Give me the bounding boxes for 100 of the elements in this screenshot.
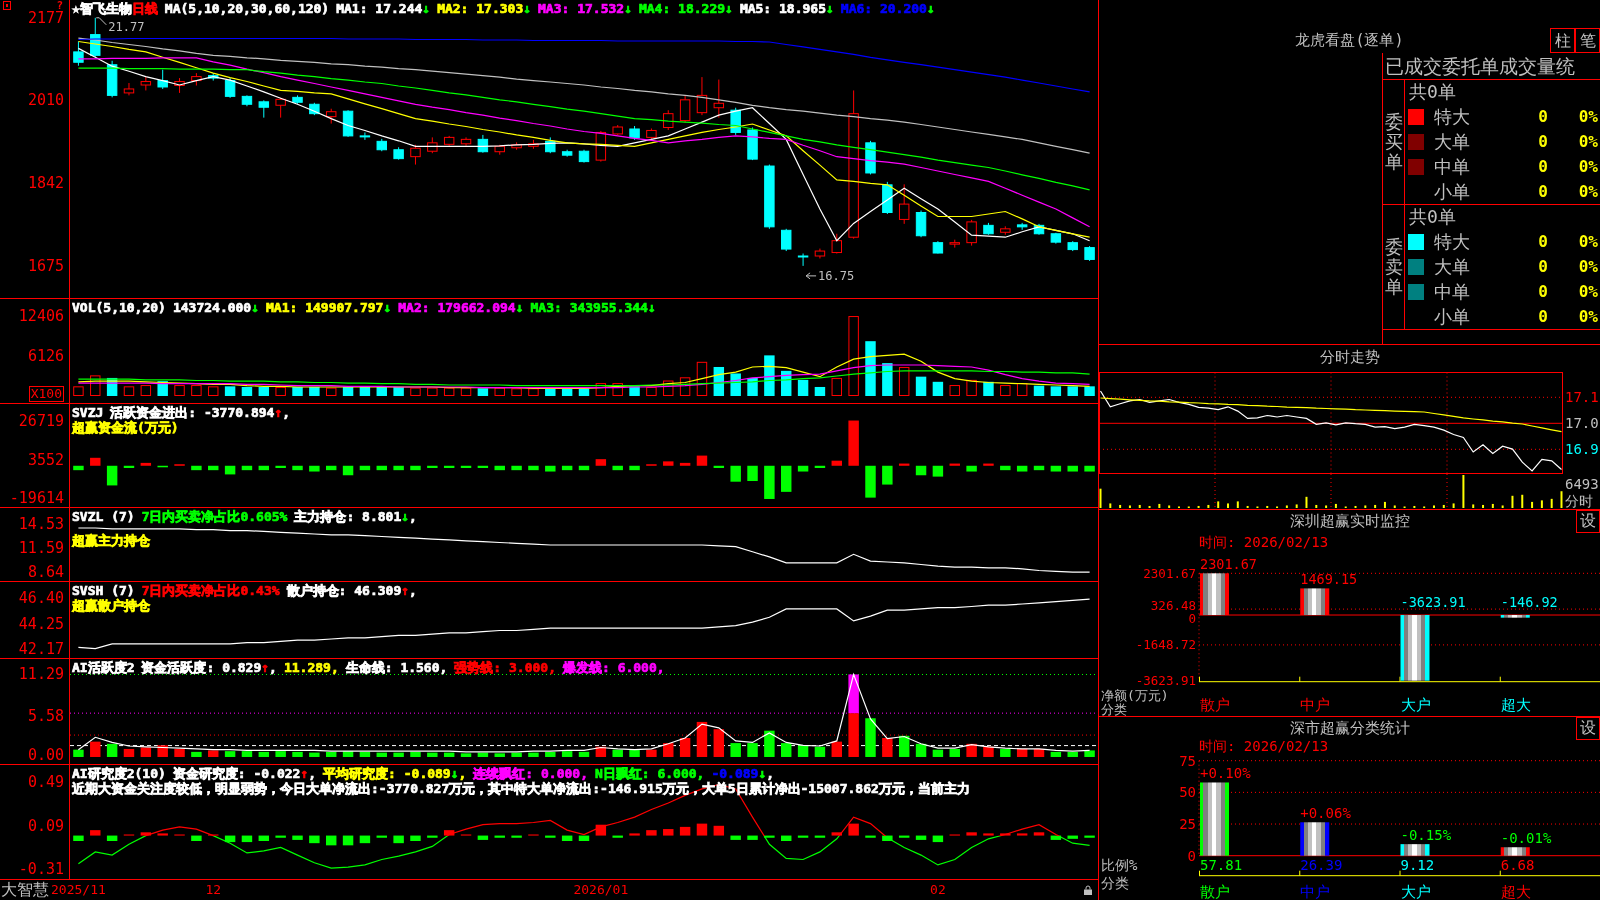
activity-bar (1033, 748, 1045, 757)
volume-bar (208, 386, 219, 396)
order-size-label: 中单 (1434, 280, 1471, 303)
count-value: 0 (1538, 256, 1548, 277)
axis-label: 44.25 (18, 615, 64, 632)
research-bar (140, 832, 152, 836)
axis-label: 17.1 (1565, 388, 1599, 407)
fund-flow-bar (460, 465, 472, 468)
candle (393, 146, 404, 161)
legend-text: ↓ (647, 300, 656, 315)
legend-text: ★智飞生物 (72, 1, 132, 16)
activity-bar (915, 743, 927, 757)
activity-bar (831, 741, 842, 757)
volume-bar (292, 386, 303, 396)
candle (258, 99, 270, 119)
volume-bar (90, 375, 101, 396)
research-bar (696, 823, 708, 836)
activity-bar (309, 752, 320, 757)
fund-flow-bar (241, 465, 253, 471)
fund-flow-bar (932, 465, 944, 477)
fund-flow-bar (1084, 465, 1095, 472)
fund-flow-bar (477, 465, 489, 468)
fund-flow-bar (140, 462, 152, 466)
view-toggle-button[interactable]: 柱 (1550, 28, 1575, 53)
candle (477, 134, 489, 154)
volume-bar (393, 386, 404, 396)
legend-text: 资金活跃度: 0.829 (141, 660, 262, 675)
legend-text: 超赢主力持仓 (72, 533, 150, 548)
activity-bar (949, 748, 960, 757)
candle (359, 131, 371, 141)
research-bar (494, 835, 505, 838)
volume-bar (713, 367, 725, 396)
help-mark[interactable]: ? (56, 1, 63, 11)
activity-bar (1067, 751, 1078, 757)
activity-bar (730, 743, 741, 757)
volume-bar (730, 373, 741, 396)
legend-text: ↓ (523, 1, 532, 16)
candle (376, 138, 387, 152)
volume-bar (814, 386, 826, 396)
fund-flow-bar (309, 465, 320, 472)
research-bar (545, 835, 556, 838)
fund-flow-bar (865, 465, 876, 498)
fund-flow-bar (831, 460, 842, 466)
volume-bar (309, 386, 320, 396)
order-size-label: 大单 (1434, 130, 1471, 153)
fund-flow-bar (561, 465, 573, 471)
legend-text: MA1: 17.244 (336, 1, 423, 16)
research-bar (1050, 835, 1062, 840)
volume-bar (797, 379, 809, 396)
volume-bar (1067, 386, 1078, 396)
volume-bar (460, 387, 472, 396)
percent-value: 0% (1578, 281, 1598, 302)
fund-flow-bar (781, 465, 792, 492)
price-label: 16.75 (818, 268, 855, 283)
volume-bar (174, 385, 185, 396)
research-bar (882, 835, 893, 841)
value-label: -146.92 (1500, 594, 1558, 610)
volume-bar (595, 383, 607, 396)
fund-flow-bar (359, 465, 371, 471)
research-bar (612, 835, 623, 838)
legend-text: 日线 (131, 1, 158, 16)
research-bar (1016, 833, 1028, 836)
view-toggle-button[interactable]: 笔 (1575, 28, 1600, 53)
volume-bar (764, 355, 775, 396)
legend-text: MA2: 17.303 (437, 1, 524, 16)
fund-flow-bar (106, 465, 118, 486)
legend-text: 连续飘红: 0.000, (473, 766, 588, 781)
legend-text: 资金研究度: -0.022 (172, 766, 301, 781)
category-label: 超大 (1500, 883, 1531, 900)
settings-button[interactable]: 设 (1576, 510, 1600, 533)
research-bar (730, 835, 741, 840)
research-bar (224, 835, 236, 843)
axis-label: 326.48 (1150, 598, 1196, 614)
candle (106, 60, 118, 98)
activity-bar (342, 751, 354, 757)
legend-text: , (766, 766, 775, 781)
legend-text: VOL(5,10,20) (72, 300, 166, 315)
volume-bar (578, 388, 590, 396)
value-label: 57.81 (1200, 857, 1243, 873)
fund-flow-bar (157, 465, 168, 468)
activity-bar (208, 750, 219, 757)
axis-label: 50 (1179, 784, 1196, 801)
activity-bar (814, 746, 826, 757)
volume-bar (629, 386, 640, 396)
legend-text: , (282, 405, 291, 420)
category-label: 超大 (1500, 696, 1531, 714)
research-bar (258, 835, 270, 841)
axis-label: 0 (1187, 847, 1196, 864)
candle (865, 140, 876, 175)
date-label: 02 (930, 881, 946, 899)
activity-bar (561, 751, 573, 757)
volume-bar (376, 386, 387, 396)
activity-bar (612, 749, 623, 757)
axis-label: 0.09 (27, 817, 64, 834)
candle (646, 128, 657, 140)
volume-bar (359, 386, 371, 396)
axis-label: 14.53 (18, 515, 64, 532)
volume-bar (831, 377, 842, 396)
settings-button[interactable]: 设 (1576, 717, 1600, 740)
order-size-label: 特大 (1434, 105, 1471, 128)
